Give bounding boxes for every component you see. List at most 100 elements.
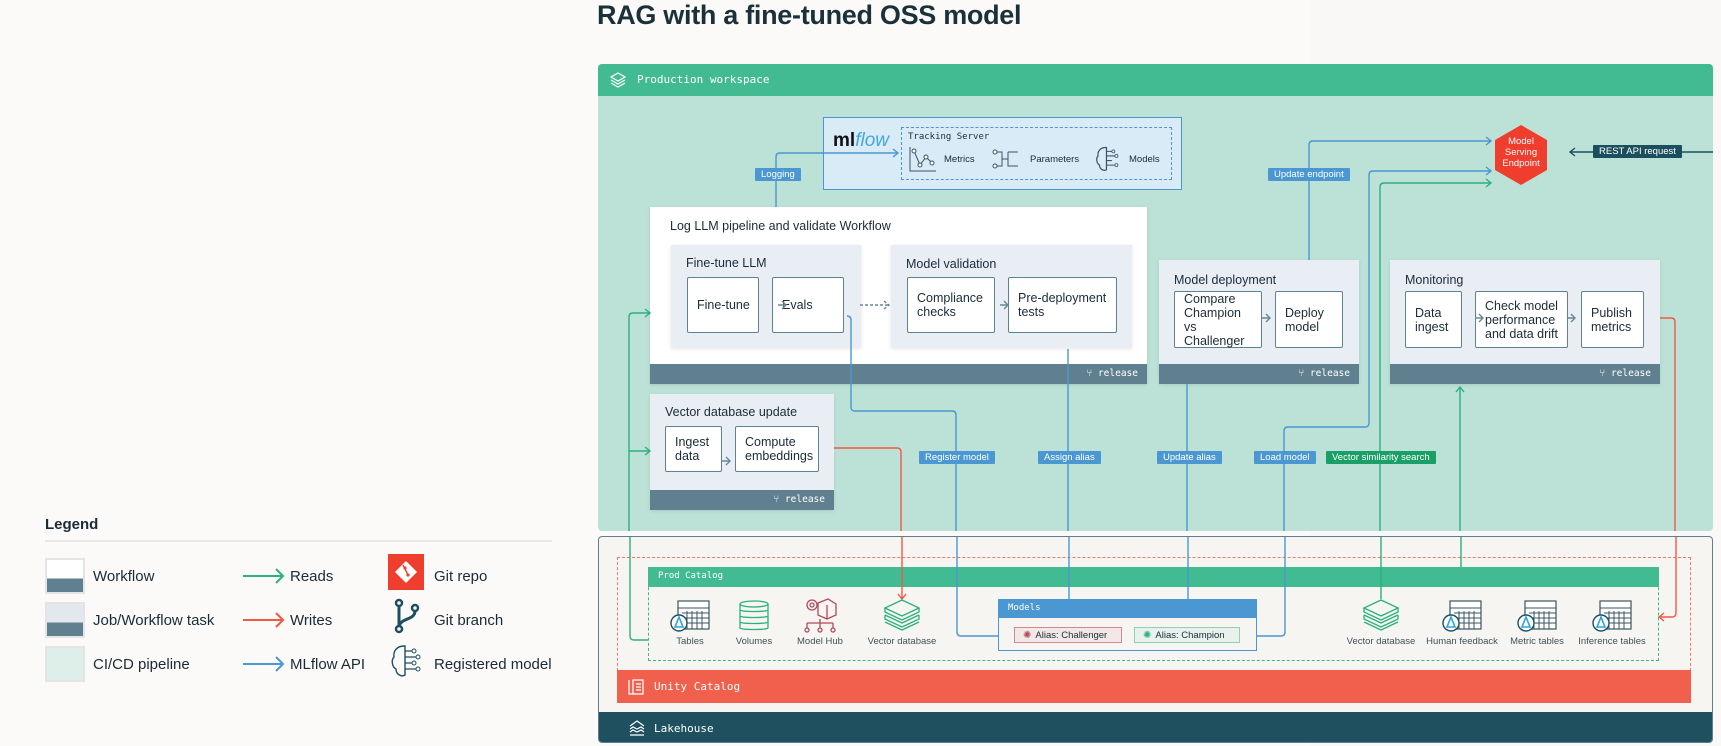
prod-catalog-header: Prod Catalog [648, 567, 1659, 587]
writes-arrow-icon [243, 612, 285, 628]
release-branch-label: release [784, 494, 825, 505]
check-model-step[interactable]: Check model performance and data drift [1475, 291, 1568, 348]
workspace-label: Production workspace [637, 73, 770, 86]
registered-model-icon [391, 645, 421, 677]
legend-mlflow-label: MLflow API [290, 656, 366, 673]
metrics-label: Metrics [944, 154, 975, 165]
update-endpoint-line [1308, 136, 1493, 260]
models-label: Models [1129, 154, 1160, 165]
release-branch: ⑂ release [1599, 368, 1651, 379]
model-validation-task[interactable]: Model validation Compliance checks Pre-d… [891, 245, 1132, 348]
model-deployment-title: Model deployment [1174, 273, 1277, 287]
deploy-model-step[interactable]: Deploy model [1275, 291, 1343, 348]
deployment-footer: ⑂ release [1159, 364, 1359, 384]
models-header: Models [999, 600, 1256, 618]
git-branch-icon [394, 598, 420, 634]
unity-catalog-label: Unity Catalog [654, 680, 741, 693]
legend-registered-model-label: Registered model [434, 656, 552, 673]
mlflow-api-arrow-icon [243, 656, 285, 672]
registered-model-icon: ✺ [1143, 629, 1152, 641]
finetune-task[interactable]: Fine-tune LLM Fine-tune Evals [671, 245, 861, 348]
unity-catalog-icon [628, 679, 644, 695]
cicd-swatch [45, 646, 85, 682]
lakehouse-label: Lakehouse [654, 722, 714, 735]
writes-vector-line [834, 447, 902, 531]
vector-database-icon [1362, 599, 1400, 631]
tracking-server-box: Tracking Server Metrics Parameters Model… [901, 127, 1172, 180]
parameters-label: Parameters [1030, 154, 1080, 165]
release-branch: ⑂ release [1298, 368, 1350, 379]
workflow-swatch [45, 558, 85, 594]
logging-tag: Logging [755, 168, 801, 181]
pre-deployment-tests-step[interactable]: Pre-deployment tests [1008, 277, 1117, 333]
asset-vector-database-right-label: Vector database [1346, 636, 1416, 647]
alias-challenger[interactable]: ✺ Alias: Challenger [1014, 627, 1122, 643]
tables-icon [670, 600, 710, 632]
legend-reads-label: Reads [290, 568, 334, 585]
alias-champion-label: Alias: Champion [1155, 629, 1225, 641]
mlflow-box: mlflow Tracking Server Metrics Parameter… [823, 117, 1182, 190]
legend-git-branch-label: Git branch [434, 612, 504, 629]
log-llm-footer: ⑂ release [650, 364, 1147, 384]
model-deployment-task[interactable]: Model deployment Compare Champion vs Cha… [1159, 260, 1359, 384]
volumes-icon [739, 600, 769, 631]
release-branch-label: release [1610, 368, 1651, 379]
compliance-checks-step[interactable]: Compliance checks [907, 277, 995, 333]
vector-db-workflow[interactable]: Vector database update Ingest data Compu… [650, 394, 834, 510]
monitoring-task[interactable]: Monitoring Data ingest Check model perfo… [1390, 260, 1660, 384]
monitoring-footer: ⑂ release [1390, 364, 1660, 384]
reads-monitoring-line [1455, 385, 1465, 531]
legend-task-label: Job/Workflow task [93, 612, 215, 629]
compute-embeddings-step[interactable]: Compute embeddings [735, 426, 819, 472]
update-alias-tag: Update alias [1157, 451, 1222, 464]
lakehouse: Prod Catalog Tables Volumes Model Hub Ve… [598, 536, 1713, 743]
reads-tables-line [628, 308, 652, 531]
mlflow-logo-flow: flow [855, 130, 889, 151]
metric-tables-icon [1517, 600, 1557, 632]
models-box: Models ✺ Alias: Challenger ✺ Alias: Cham… [998, 599, 1257, 651]
finetune-step[interactable]: Fine-tune [687, 277, 759, 333]
legend-writes-label: Writes [290, 612, 333, 629]
asset-model-hub-label: Model Hub [797, 636, 843, 647]
legend-git-repo-label: Git repo [434, 568, 488, 585]
asset-tables-label: Tables [676, 636, 704, 647]
ingest-data-step[interactable]: Ingest data [665, 426, 722, 472]
prod-catalog-label: Prod Catalog [658, 571, 724, 581]
human-feedback-table-icon [1442, 600, 1482, 632]
registered-model-icon: ✺ [1023, 629, 1032, 641]
model-hub-icon [804, 598, 837, 633]
evals-step[interactable]: Evals [772, 277, 844, 333]
vector-db-footer: ⑂ release [650, 490, 834, 510]
release-branch: ⑂ release [1086, 368, 1138, 379]
model-validation-title: Model validation [906, 257, 997, 271]
publish-metrics-step[interactable]: Publish metrics [1581, 291, 1644, 348]
production-workspace: Production workspace mlflow Tracking Ser… [598, 64, 1713, 531]
inference-tables-icon [1592, 600, 1632, 632]
vector-similarity-search-tag: Vector similarity search [1326, 451, 1436, 464]
assign-alias-tag: Assign alias [1038, 451, 1101, 464]
data-ingest-step[interactable]: Data ingest [1405, 291, 1462, 348]
writes-inference-line [1660, 317, 1676, 531]
asset-volumes-label: Volumes [735, 636, 773, 647]
reads-arrow-icon [243, 568, 285, 584]
update-endpoint-tag: Update endpoint [1268, 168, 1350, 181]
legend-cicd-label: CI/CD pipeline [93, 656, 190, 673]
vector-database-icon [883, 599, 921, 631]
unity-catalog-bar: Unity Catalog [617, 670, 1691, 703]
alias-champion[interactable]: ✺ Alias: Champion [1134, 627, 1240, 643]
task-swatch [45, 602, 85, 638]
register-model-tag: Register model [919, 451, 995, 464]
load-model-tag: Load model [1254, 451, 1316, 464]
compare-champion-step[interactable]: Compare Champion vs Challenger [1174, 291, 1262, 348]
rest-api-request-tag: REST API request [1593, 145, 1682, 158]
release-branch: ⑂ release [773, 494, 825, 505]
legend-workflow-label: Workflow [93, 568, 155, 585]
asset-metric-tables-label: Metric tables [1510, 636, 1564, 647]
monitoring-title: Monitoring [1405, 273, 1464, 287]
metrics-chart-icon [909, 147, 936, 172]
mlflow-logo: mlflow [833, 130, 889, 152]
vector-db-workflow-title: Vector database update [665, 405, 798, 419]
log-llm-workflow[interactable]: Log LLM pipeline and validate Workflow F… [650, 207, 1147, 384]
release-branch-label: release [1097, 368, 1138, 379]
log-llm-workflow-title: Log LLM pipeline and validate Workflow [670, 219, 891, 233]
